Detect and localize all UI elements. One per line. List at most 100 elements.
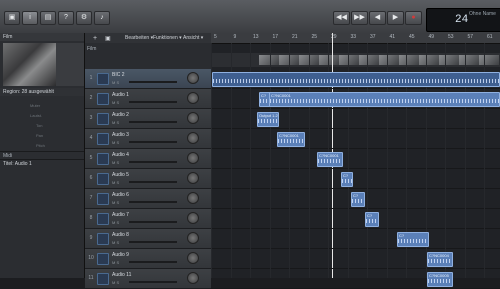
track-name[interactable]: Audio 7 <box>112 212 129 218</box>
library-button[interactable]: ▣ <box>4 11 20 25</box>
audio-region[interactable]: C?NC0001 <box>277 132 305 147</box>
menu-funktionen[interactable]: Funktionen ▾ <box>153 35 182 41</box>
mute-solo-buttons[interactable]: M S <box>112 120 119 125</box>
lcd-display[interactable]: 24 Ohne Name <box>426 8 500 32</box>
pan-knob[interactable] <box>187 272 199 284</box>
track-lane[interactable] <box>211 149 500 169</box>
pan-knob[interactable] <box>187 72 199 84</box>
volume-fader[interactable] <box>129 141 177 143</box>
audio-region[interactable]: C? <box>351 192 365 207</box>
settings-button[interactable]: ⚙ <box>76 11 92 25</box>
audio-region[interactable]: C? <box>397 232 429 247</box>
track-header[interactable]: 7 Audio 6 M S <box>85 189 211 209</box>
pan-knob[interactable] <box>187 212 199 224</box>
pan-knob[interactable] <box>187 92 199 104</box>
track-header[interactable]: 9 Audio 8 M S <box>85 229 211 249</box>
audio-region[interactable]: Output 1.2 <box>257 112 279 127</box>
fast-forward-button[interactable]: ▶▶ <box>351 11 368 25</box>
track-lane[interactable] <box>211 169 500 189</box>
audio-region[interactable]: C? <box>341 172 353 187</box>
track-lane[interactable] <box>211 129 500 149</box>
track-name[interactable]: BIC 2 <box>112 72 125 78</box>
track-name[interactable]: Audio 3 <box>112 132 129 138</box>
track-header[interactable]: 8 Audio 7 M S <box>85 209 211 229</box>
editor-button[interactable]: ▤ <box>40 11 56 25</box>
help-button[interactable]: ? <box>58 11 74 25</box>
track-header[interactable]: 2 Audio 1 M S <box>85 89 211 109</box>
movie-track[interactable] <box>211 53 500 67</box>
timeline[interactable]: 5 9 13 17 21 25 29 33 37 41 45 49 53 57 61 C? C?NC0001 O… <box>211 33 500 289</box>
pan-knob[interactable] <box>187 232 199 244</box>
audio-region[interactable]: C? <box>365 212 379 227</box>
track-lane[interactable] <box>211 109 500 129</box>
pan-knob[interactable] <box>187 252 199 264</box>
audio-region[interactable]: C?NC0005 <box>427 272 453 287</box>
track-header[interactable]: 10 Audio 9 M S <box>85 249 211 269</box>
track-header[interactable]: 4 Audio 3 M S <box>85 129 211 149</box>
volume-fader[interactable] <box>129 281 177 283</box>
info-button[interactable]: i <box>22 11 38 25</box>
track-name[interactable]: Audio 4 <box>112 152 129 158</box>
rewind-button[interactable]: ◀◀ <box>333 11 350 25</box>
track-lane[interactable] <box>211 229 500 249</box>
ruler-tick: 57 <box>467 34 474 40</box>
mute-solo-buttons[interactable]: M S <box>112 200 119 205</box>
track-header[interactable]: 1 BIC 2 M S <box>85 69 211 89</box>
film-thumbnail[interactable] <box>3 43 56 86</box>
volume-fader[interactable] <box>129 261 177 263</box>
smart-controls-button[interactable]: ♪ <box>94 11 110 25</box>
track-name[interactable]: Audio 1 <box>112 92 129 98</box>
volume-fader[interactable] <box>129 121 177 123</box>
track-lane[interactable] <box>211 269 500 289</box>
audio-region[interactable]: C?NC0001 <box>269 92 500 107</box>
track-name[interactable]: Audio 8 <box>112 232 129 238</box>
track-number: 7 <box>89 195 93 201</box>
go-to-start-button[interactable]: ◀ <box>369 11 386 25</box>
track-lane[interactable] <box>211 249 500 269</box>
volume-fader[interactable] <box>129 221 177 223</box>
volume-fader[interactable] <box>129 161 177 163</box>
track-header[interactable]: 5 Audio 4 M S <box>85 149 211 169</box>
track-name[interactable]: Audio 6 <box>112 192 129 198</box>
mute-solo-buttons[interactable]: M S <box>112 220 119 225</box>
ruler-tick: 9 <box>233 34 237 40</box>
mute-solo-buttons[interactable]: M S <box>112 240 119 245</box>
track-header[interactable]: 3 Audio 2 M S <box>85 109 211 129</box>
pan-knob[interactable] <box>187 132 199 144</box>
volume-fader[interactable] <box>129 241 177 243</box>
menu-bearbeiten[interactable]: Bearbeiten ▾ <box>125 35 153 41</box>
track-name[interactable]: Audio 11 <box>112 272 131 278</box>
mute-solo-buttons[interactable]: M S <box>112 260 119 265</box>
track-headers: + ▣ Film Bearbeiten ▾ Funktionen ▾ Ansicht… <box>85 33 211 289</box>
audio-region[interactable]: C?NC0004 <box>427 252 453 267</box>
play-button[interactable]: ▶ <box>387 11 404 25</box>
audio-region[interactable] <box>212 72 500 87</box>
menu-ansicht[interactable]: Ansicht ▾ <box>183 35 203 41</box>
mute-solo-buttons[interactable]: M S <box>112 140 119 145</box>
pan-knob[interactable] <box>187 172 199 184</box>
track-name[interactable]: Audio 9 <box>112 252 129 258</box>
track-title-section[interactable]: Titel: Audio 1 <box>0 159 84 168</box>
record-button[interactable]: ● <box>405 11 422 25</box>
mute-solo-buttons[interactable]: M S <box>112 100 119 105</box>
mute-solo-buttons[interactable]: M S <box>112 180 119 185</box>
mute-solo-buttons[interactable]: M S <box>112 280 119 285</box>
mute-solo-buttons[interactable]: M S <box>112 80 119 85</box>
track-name[interactable]: Audio 5 <box>112 172 129 178</box>
pan-knob[interactable] <box>187 192 199 204</box>
volume-fader[interactable] <box>129 201 177 203</box>
folder-icon[interactable]: ▣ <box>105 35 111 42</box>
add-track-icon[interactable]: + <box>93 35 97 42</box>
track-lane[interactable] <box>211 209 500 229</box>
volume-fader[interactable] <box>129 81 177 83</box>
mute-solo-buttons[interactable]: M S <box>112 160 119 165</box>
track-header[interactable]: 6 Audio 5 M S <box>85 169 211 189</box>
pan-knob[interactable] <box>187 112 199 124</box>
track-header[interactable]: 11 Audio 11 M S <box>85 269 211 289</box>
pan-knob[interactable] <box>187 152 199 164</box>
audio-region[interactable]: C?NC0001 <box>317 152 343 167</box>
track-name[interactable]: Audio 2 <box>112 112 129 118</box>
volume-fader[interactable] <box>129 101 177 103</box>
volume-fader[interactable] <box>129 181 177 183</box>
ruler[interactable]: 5 9 13 17 21 25 29 33 37 41 45 49 53 57 61 <box>211 33 500 44</box>
